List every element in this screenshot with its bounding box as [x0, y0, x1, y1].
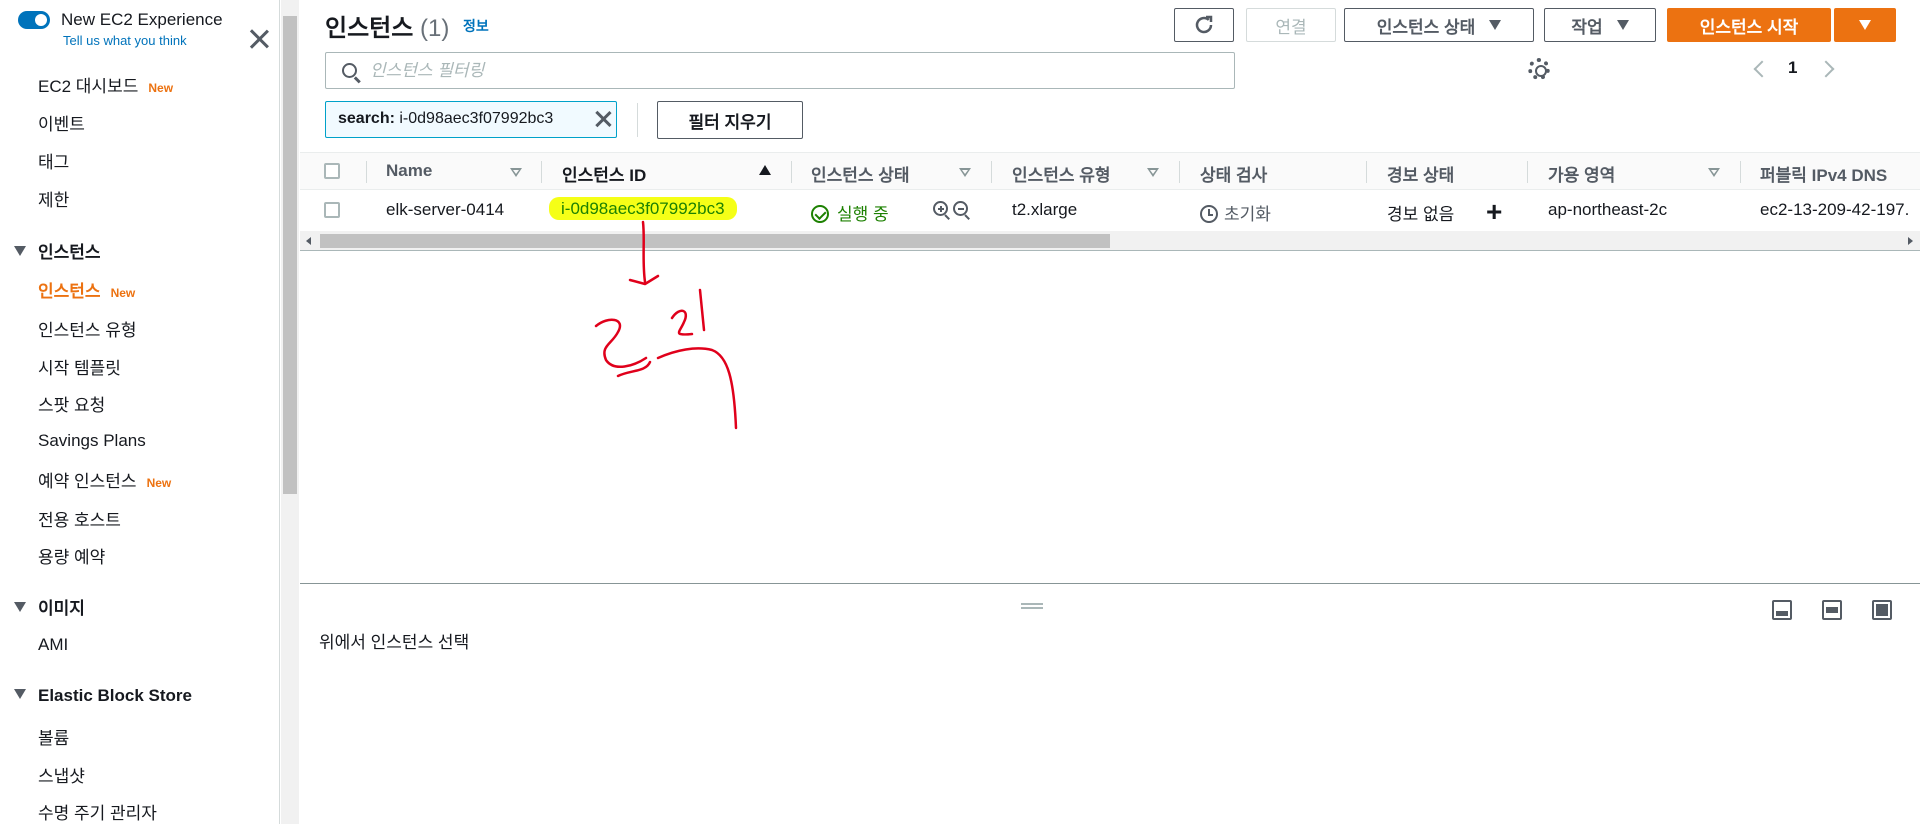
- annotation-scribble-1: [594, 318, 648, 368]
- section-label: 이미지: [38, 599, 85, 618]
- sidebar-item-dashboard[interactable]: EC2 대시보드 New: [38, 72, 173, 97]
- sidebar-item-launch-templates[interactable]: 시작 템플릿: [38, 354, 121, 379]
- sidebar-item-snapshots[interactable]: 스냅샷: [38, 762, 85, 787]
- annotation-scribble-5: [656, 347, 738, 430]
- sidebar-item-ami[interactable]: AMI: [38, 635, 68, 655]
- caret-down-icon: [14, 602, 26, 612]
- sidebar-item-lifecycle-manager[interactable]: 수명 주기 관리자: [38, 799, 157, 824]
- sidebar-item-reserved-instances[interactable]: 예약 인스턴스 New: [38, 467, 171, 492]
- sidebar-item-tags[interactable]: 태그: [38, 148, 69, 173]
- sidebar-item-label: 인스턴스: [38, 282, 101, 301]
- new-badge: New: [146, 476, 172, 490]
- handwritten-annotation: [594, 220, 738, 430]
- caret-down-icon: [14, 246, 26, 256]
- caret-down-icon: [14, 689, 26, 699]
- close-icon[interactable]: [248, 28, 270, 50]
- sidebar-section-instances[interactable]: 인스턴스: [14, 238, 101, 263]
- new-experience-toggle[interactable]: [18, 11, 50, 29]
- sidebar-item-savings-plans[interactable]: Savings Plans: [38, 431, 146, 451]
- sidebar-item-instances[interactable]: 인스턴스 New: [38, 277, 135, 302]
- new-badge: New: [148, 81, 174, 95]
- main-content: 인스턴스 (1) 정보 연결 인스턴스 상태 작업 인스턴스 시작 1 sear…: [300, 0, 1920, 824]
- sidebar-item-spot-requests[interactable]: 스팟 요청: [38, 391, 105, 416]
- new-experience-toggle-row: New EC2 Experience Tell us what you thin…: [18, 8, 258, 52]
- section-label: Elastic Block Store: [38, 686, 193, 705]
- annotation-arrow-shaft: [641, 220, 647, 284]
- new-experience-title: New EC2 Experience: [61, 10, 223, 29]
- section-label: 인스턴스: [38, 243, 101, 262]
- sidebar-item-volumes[interactable]: 볼륨: [38, 724, 69, 749]
- sidebar-item-limits[interactable]: 제한: [38, 186, 69, 211]
- sidebar-item-label: EC2 대시보드: [38, 77, 139, 96]
- sidebar: New EC2 Experience Tell us what you thin…: [0, 0, 280, 824]
- sidebar-item-dedicated-hosts[interactable]: 전용 호스트: [38, 506, 121, 531]
- annotation-scribble-4: [698, 288, 706, 332]
- feedback-link[interactable]: Tell us what you think: [63, 33, 187, 48]
- annotation-scribble-3: [670, 309, 694, 336]
- sidebar-item-instance-types[interactable]: 인스턴스 유형: [38, 316, 137, 341]
- sidebar-section-images[interactable]: 이미지: [14, 594, 85, 619]
- sidebar-item-capacity-reservations[interactable]: 용량 예약: [38, 543, 105, 568]
- sidebar-scrollbar[interactable]: [281, 0, 299, 824]
- sidebar-section-ebs[interactable]: Elastic Block Store: [14, 686, 192, 706]
- sidebar-item-label: 예약 인스턴스: [38, 472, 137, 491]
- sidebar-item-events[interactable]: 이벤트: [38, 110, 85, 135]
- new-badge: New: [110, 286, 136, 300]
- scrollbar-thumb[interactable]: [283, 16, 297, 494]
